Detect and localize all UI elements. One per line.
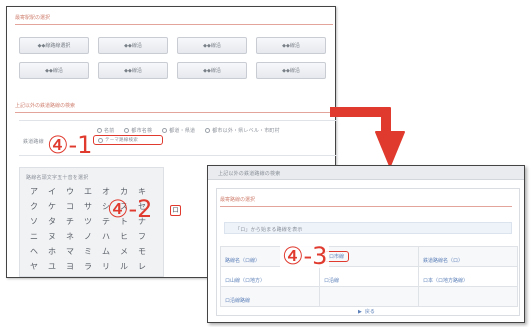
kana-key[interactable]: ユ	[44, 261, 60, 272]
kana-key[interactable]: ミ	[80, 246, 96, 257]
step-annotation-2: ④-2	[107, 195, 153, 223]
kana-key[interactable]: ム	[98, 246, 114, 257]
kana-key[interactable]: リ	[98, 261, 114, 272]
radio-option-label: 名前	[104, 128, 115, 134]
kana-key[interactable]: ル	[116, 261, 132, 272]
kana-key[interactable]: ク	[26, 201, 42, 212]
radio-option[interactable]: 都市名検	[124, 127, 152, 134]
kana-key[interactable]: レ	[134, 261, 150, 272]
kana-key[interactable]: フ	[134, 231, 150, 242]
table-cell: 鉄道路線名（ロ）	[418, 246, 518, 267]
table-cell: ロ市線	[319, 246, 419, 267]
subsection-title: 上記以外の鉄道路線の検索	[15, 103, 76, 109]
results-table: 路線名（ロ線） ロ市線 鉄道路線名（ロ） ロ山線（ロ地方） ロ沿線 ロ本（ロ地方…	[220, 246, 518, 307]
radio-group-label: 鉄道路線	[23, 139, 44, 145]
radio-option[interactable]: 名前	[97, 127, 114, 134]
theme-line-radio-highlight[interactable]: テーマ路線検索	[93, 135, 163, 145]
radio-option-label: 都市名検	[131, 128, 153, 134]
kana-key[interactable]: ラ	[80, 261, 96, 272]
radio-circle-icon[interactable]	[205, 128, 211, 133]
kana-key[interactable]: モ	[134, 246, 150, 257]
line-button[interactable]: ◆◆線路線選択	[19, 37, 89, 54]
table-row: 路線名（ロ線） ロ市線 鉄道路線名（ロ）	[220, 246, 518, 267]
line-link[interactable]: ロ沿線路線	[225, 298, 250, 304]
line-link[interactable]: ロ沿線	[324, 278, 339, 284]
step-annotation-1: ④-1	[47, 131, 93, 159]
line-button[interactable]: ◆◆線沿	[177, 37, 247, 54]
back-arrow-icon: ▶	[358, 308, 362, 315]
radio-option[interactable]: 都市以外・県レベル・市町村	[205, 127, 280, 134]
results-header: 最寄路線の選択	[220, 196, 512, 207]
note-text: 「ロ」から始まる路線を表示	[235, 227, 303, 233]
kana-key[interactable]: ウ	[62, 186, 78, 197]
kana-key[interactable]: メ	[116, 246, 132, 257]
kana-key[interactable]: コ	[62, 201, 78, 212]
table-row: ロ沿線路線	[220, 286, 518, 307]
radio-circle-icon[interactable]	[162, 128, 168, 133]
kana-key[interactable]: ヒ	[116, 231, 132, 242]
kana-key[interactable]: タ	[44, 216, 60, 227]
kana-key[interactable]: ソ	[26, 216, 42, 227]
line-link[interactable]: 鉄道路線名（ロ）	[423, 258, 463, 264]
kana-key[interactable]: イ	[44, 186, 60, 197]
line-button[interactable]: ◆◆線沿	[98, 37, 168, 54]
radio-option-label: 都道・県道	[169, 128, 196, 134]
kana-key[interactable]: ネ	[62, 231, 78, 242]
results-note: 「ロ」から始まる路線を表示	[224, 222, 512, 234]
section-header: 最寄駅駅の選択	[15, 14, 333, 25]
kana-key[interactable]: ヘ	[26, 246, 42, 257]
table-cell: ロ沿線路線	[220, 286, 320, 307]
radio-option-label: 都市以外・県レベル・市町村	[212, 128, 280, 134]
kana-key[interactable]: エ	[80, 186, 96, 197]
kana-key[interactable]: ノ	[80, 231, 96, 242]
flow-arrow-icon	[330, 107, 405, 167]
kana-key[interactable]: チ	[62, 216, 78, 227]
kana-key[interactable]: サ	[80, 201, 96, 212]
radio-circle-icon[interactable]	[124, 128, 130, 133]
kana-key[interactable]: ツ	[80, 216, 96, 227]
section-title: 最寄駅駅の選択	[15, 15, 51, 21]
line-button[interactable]: ◆◆線沿	[256, 37, 326, 54]
kana-key[interactable]: ケ	[44, 201, 60, 212]
kana-key[interactable]: ア	[26, 186, 42, 197]
kana-key[interactable]: ヤ	[26, 261, 42, 272]
table-row: ロ山線（ロ地方） ロ沿線 ロ本（ロ地方路線）	[220, 266, 518, 287]
kana-key[interactable]: ヨ	[62, 261, 78, 272]
subsection-header: 上記以外の鉄道路線の検索	[15, 102, 335, 113]
line-button[interactable]: ◆◆線沿	[19, 62, 89, 79]
radio-circle-icon[interactable]	[98, 137, 103, 143]
topbar-title: 上記以外の鉄道路線の検索	[218, 171, 281, 177]
title-underline	[15, 24, 333, 25]
table-cell	[418, 286, 518, 307]
step-annotation-3: ④-3	[280, 242, 330, 270]
radio-option-label: テーマ路線検索	[105, 138, 138, 143]
screen-line-results: 上記以外の鉄道路線の検索 最寄路線の選択 「ロ」から始まる路線を表示 路線名（ロ…	[207, 165, 525, 323]
kana-panel-title: 路線名頭文字五十音を選択	[26, 175, 89, 181]
line-button[interactable]: ◆◆線沿	[177, 62, 247, 79]
kana-key[interactable]: ホ	[44, 246, 60, 257]
table-cell	[319, 286, 419, 307]
line-link[interactable]: ロ山線（ロ地方）	[225, 278, 265, 284]
line-link[interactable]: 路線名（ロ線）	[225, 258, 260, 264]
back-link-label[interactable]: 戻る	[365, 308, 375, 315]
line-link[interactable]: ロ本（ロ地方路線）	[423, 278, 468, 284]
table-cell: ロ本（ロ地方路線）	[418, 266, 518, 287]
kana-key[interactable]: ニ	[26, 231, 42, 242]
back-link[interactable]: ▶ 戻る	[358, 308, 375, 316]
line-button-grid: ◆◆線路線選択 ◆◆線沿 ◆◆線沿 ◆◆線沿 ◆◆線沿 ◆◆線沿 ◆◆線沿 ◆◆…	[19, 37, 327, 79]
radio-circle-icon[interactable]	[97, 128, 102, 133]
subsection-underline	[15, 112, 335, 113]
results-title: 最寄路線の選択	[220, 197, 256, 203]
radio-group: 名前 都市名検 都道・県道 都市以外・県レベル・市町村	[97, 127, 280, 134]
kana-key[interactable]: ハ	[98, 231, 114, 242]
table-cell: ロ沿線	[319, 266, 419, 287]
line-button[interactable]: ◆◆線沿	[98, 62, 168, 79]
radio-option[interactable]: 都道・県道	[162, 127, 195, 134]
kana-key[interactable]: マ	[62, 246, 78, 257]
kana-key[interactable]: ヌ	[44, 231, 60, 242]
kana-key-target[interactable]: ロ	[170, 205, 181, 216]
results-topbar: 上記以外の鉄道路線の検索	[208, 166, 524, 180]
results-underline	[220, 206, 512, 207]
line-button[interactable]: ◆◆線沿	[256, 62, 326, 79]
